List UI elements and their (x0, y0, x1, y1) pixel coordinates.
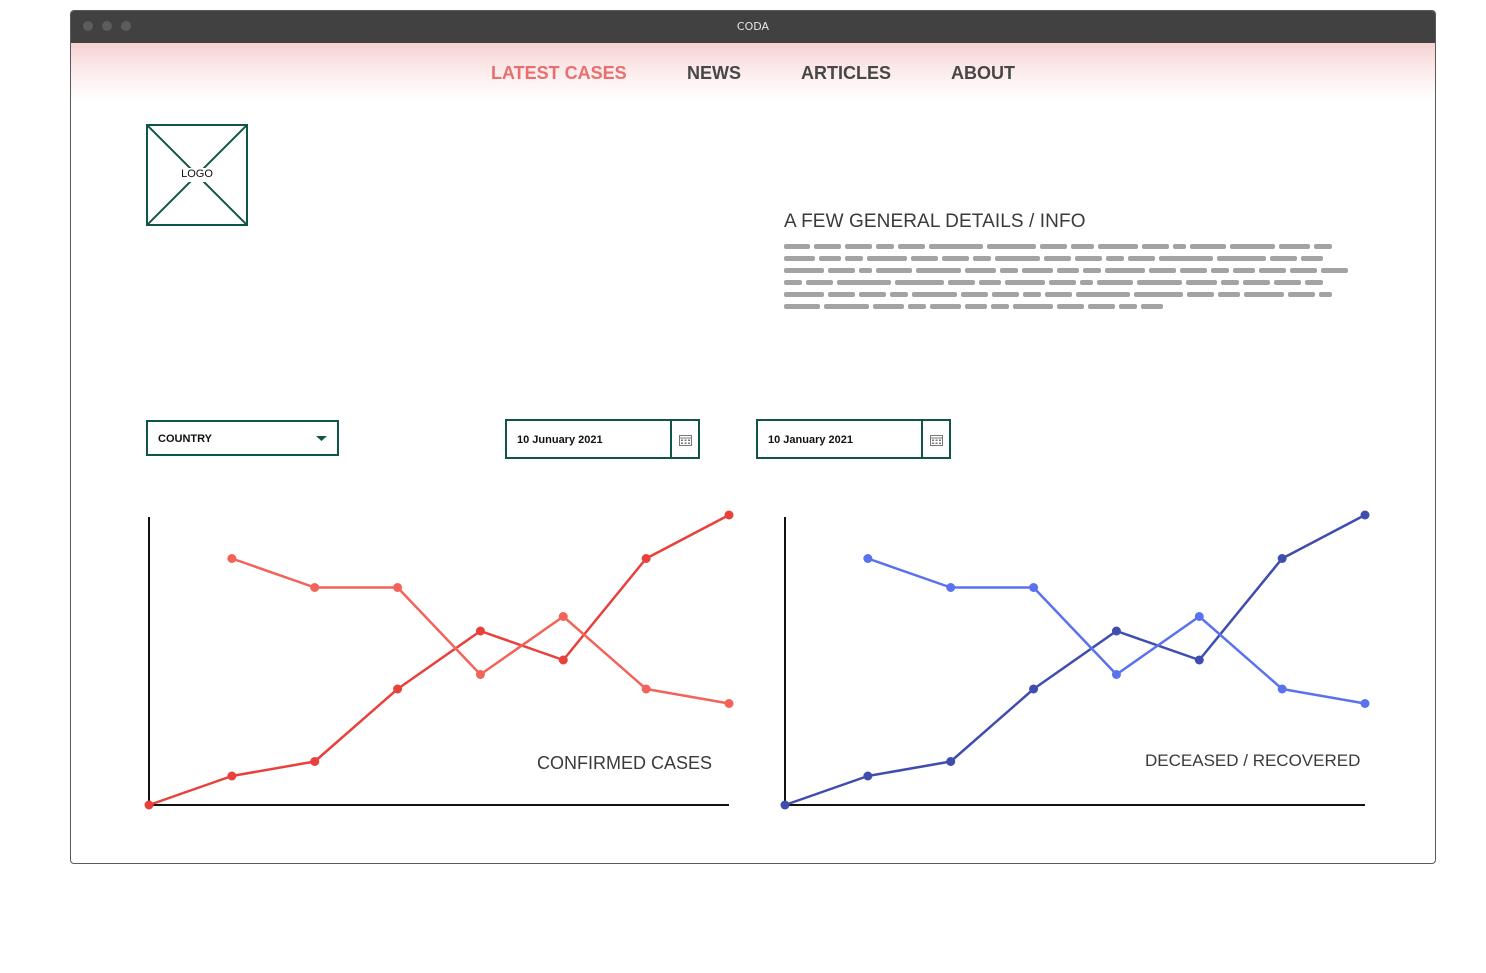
data-point-2-6 (641, 684, 651, 694)
data-point-2-1 (863, 554, 873, 563)
data-point-1-5 (1111, 626, 1121, 636)
date-from-value: 10 Junuary 2021 (517, 434, 603, 446)
data-point-1-7 (1277, 554, 1287, 563)
calendar-icon[interactable] (679, 434, 692, 446)
data-point-2-4 (1111, 670, 1121, 679)
logo-label: LOGO (181, 168, 213, 180)
calendar-icon[interactable] (930, 434, 943, 446)
data-point-2-7 (1360, 699, 1370, 708)
data-point-2-4 (475, 670, 485, 679)
logo-placeholder: LOGO (146, 124, 248, 226)
date-to-value: 10 January 2021 (768, 434, 854, 446)
data-point-2-2 (946, 583, 956, 592)
data-point-1-4 (393, 684, 403, 694)
data-point-2-6 (1277, 684, 1287, 694)
nav-item-news[interactable]: NEWS (687, 63, 741, 84)
nav-item-about[interactable]: ABOUT (951, 63, 1015, 84)
data-point-2-1 (227, 554, 237, 563)
country-select[interactable]: COUNTRY (146, 420, 339, 456)
data-point-1-2 (227, 771, 237, 781)
data-point-1-6 (558, 655, 568, 665)
title-bar: CODA (71, 11, 1435, 43)
deceased-recovered-chart (780, 510, 1370, 810)
nav-item-articles[interactable]: ARTICLES (801, 63, 891, 84)
top-nav: LATEST CASES NEWS ARTICLES ABOUT (71, 43, 1435, 101)
date-to-picker[interactable]: 10 January 2021 (756, 419, 951, 459)
data-point-1-8 (724, 510, 734, 520)
data-point-1-1 (144, 800, 154, 810)
data-point-1-1 (780, 800, 790, 810)
data-point-2-5 (1194, 612, 1204, 621)
data-point-2-3 (1029, 583, 1039, 592)
data-point-2-2 (310, 583, 320, 592)
data-point-1-8 (1360, 510, 1370, 520)
window-title: CODA (736, 20, 770, 33)
info-text-placeholder (784, 244, 1348, 309)
date-to-separator (921, 421, 923, 457)
data-point-1-4 (1029, 684, 1039, 694)
data-point-1-7 (641, 554, 651, 563)
confirmed-cases-label: CONFIRMED CASES (537, 753, 713, 773)
browser-window: CODA LATEST CASES NEWS ARTICLES ABOUT LO… (70, 10, 1436, 864)
data-point-2-3 (393, 583, 403, 592)
data-point-1-5 (475, 626, 485, 636)
date-from-separator (670, 421, 672, 457)
date-from-picker[interactable]: 10 Junuary 2021 (505, 419, 700, 459)
nav-item-latest-cases[interactable]: LATEST CASES (491, 63, 627, 84)
caret-down-icon (316, 436, 327, 441)
data-point-1-2 (863, 771, 873, 781)
data-point-2-5 (558, 612, 568, 621)
data-point-1-3 (310, 757, 320, 766)
data-point-2-7 (724, 699, 734, 708)
data-point-1-3 (946, 757, 956, 766)
country-select-value: COUNTRY (158, 433, 212, 445)
data-point-1-6 (1194, 655, 1204, 665)
deceased-recovered-label: DECEASED / RECOVERED (1145, 751, 1361, 770)
info-heading: A FEW GENERAL DETAILS / INFO (784, 211, 1086, 232)
